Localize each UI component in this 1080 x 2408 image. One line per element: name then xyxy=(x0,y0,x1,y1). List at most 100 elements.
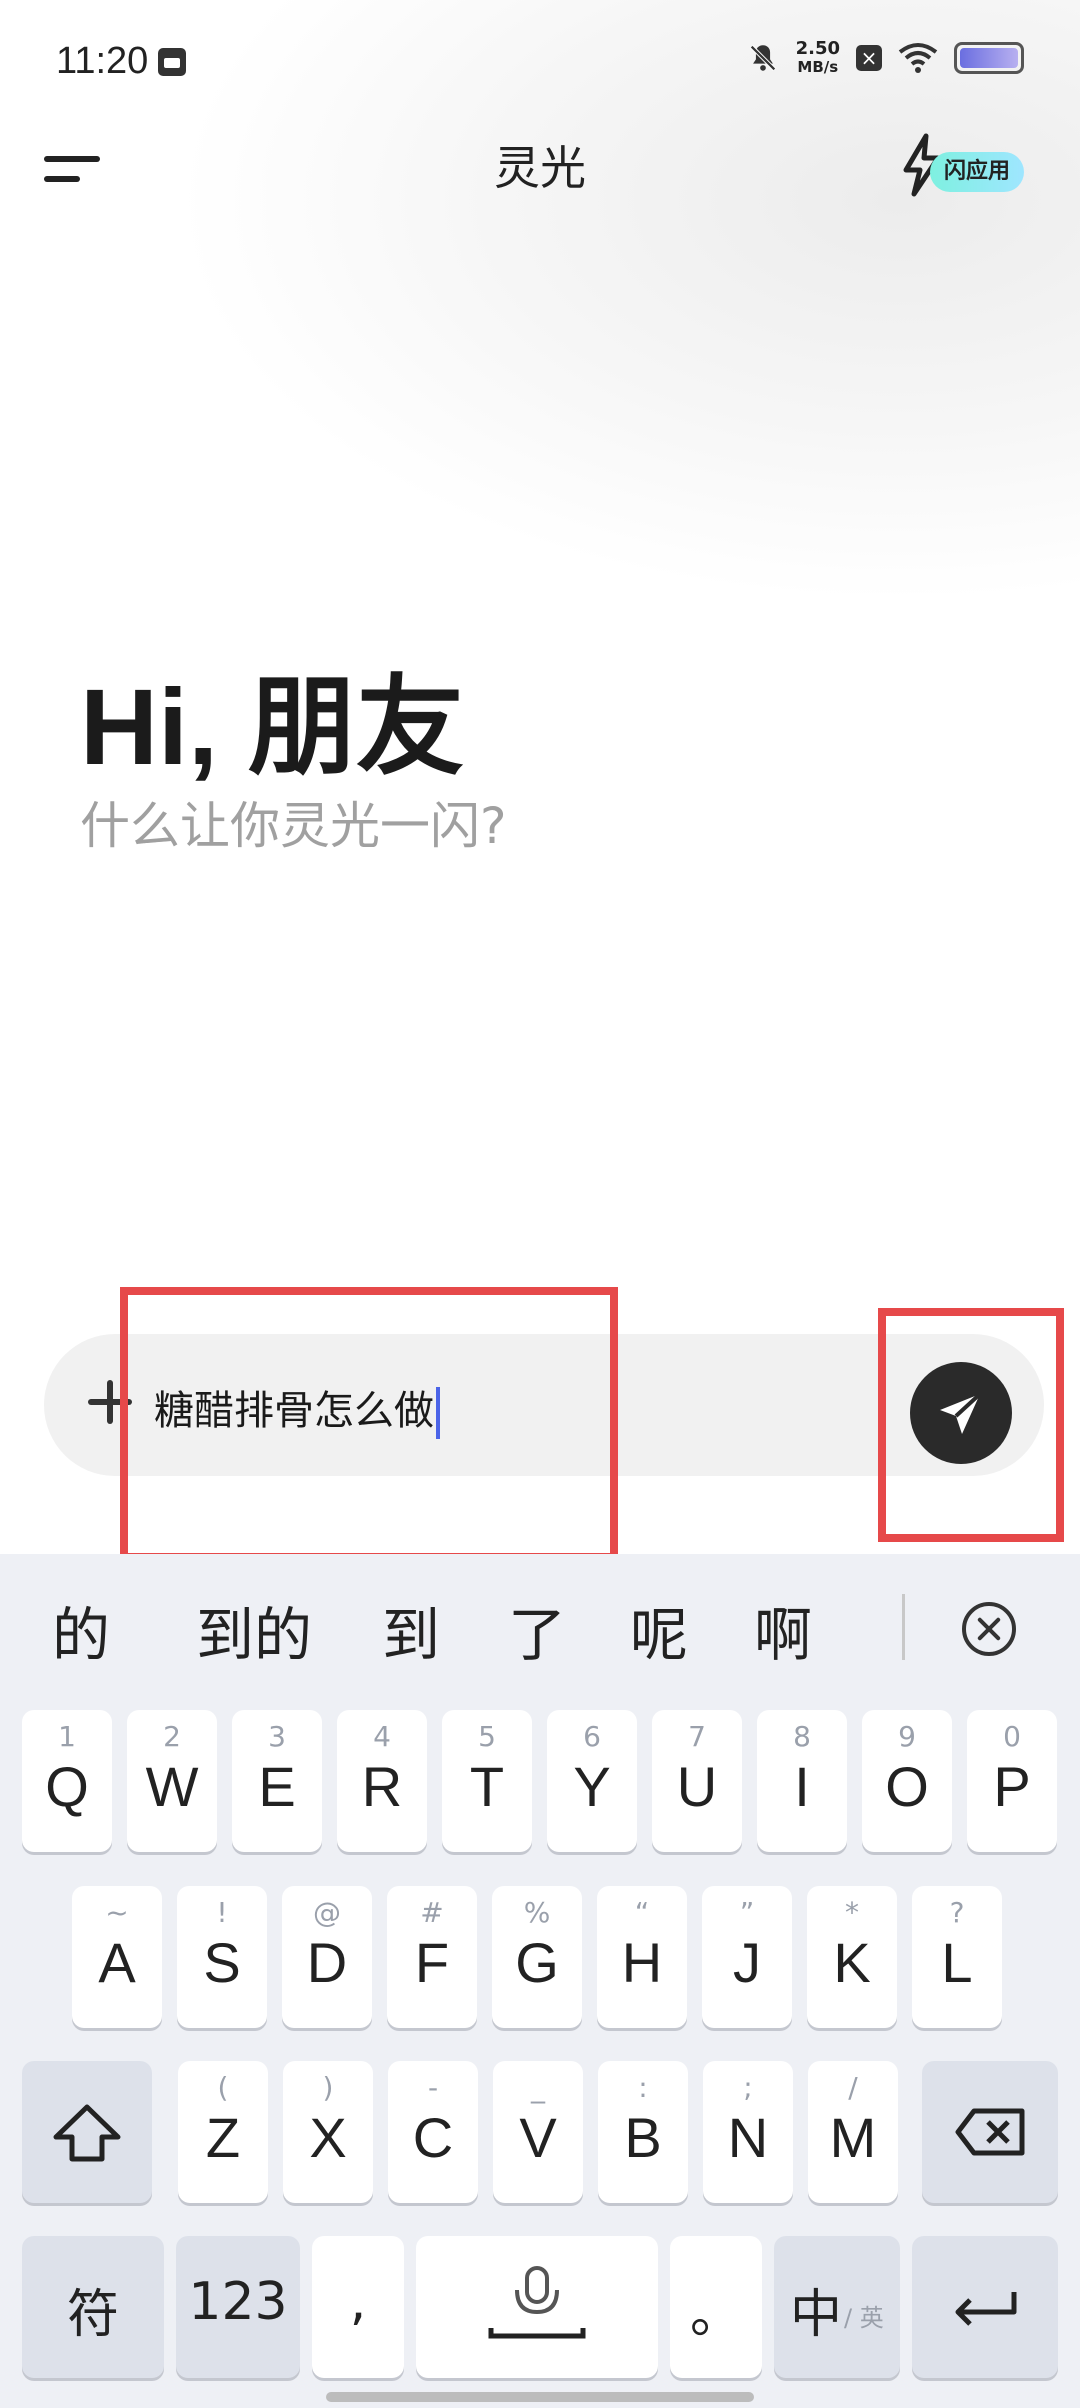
key-secondary-symbol: “ xyxy=(634,1896,650,1929)
key-secondary-symbol: % xyxy=(523,1896,551,1929)
key-letter: B xyxy=(624,2106,662,2169)
key-letter: G xyxy=(515,1931,559,1994)
key-secondary-symbol: ” xyxy=(739,1896,755,1929)
key-secondary-symbol: 3 xyxy=(268,1720,286,1753)
key-letter: E xyxy=(258,1755,296,1818)
candidate-item[interactable]: 呢 xyxy=(630,1588,688,1672)
key-secondary-symbol: 6 xyxy=(583,1720,601,1753)
symbols-key[interactable]: 符 xyxy=(22,2236,164,2378)
key-h[interactable]: “H xyxy=(597,1886,687,2028)
candidate-divider xyxy=(902,1594,905,1660)
shift-icon xyxy=(53,2104,121,2162)
key-a[interactable]: ~ A xyxy=(72,1886,162,2028)
key-letter: U xyxy=(676,1755,718,1818)
key-s[interactable]: ! S xyxy=(177,1886,267,2028)
status-bar: 11:20 2.50 MB/s × xyxy=(0,0,1080,128)
key-letter: D xyxy=(306,1931,348,1994)
period-key[interactable]: 。 xyxy=(670,2236,762,2378)
key-letter: K xyxy=(833,1931,871,1994)
key-r[interactable]: 4R xyxy=(337,1710,427,1852)
candidate-item[interactable]: 了 xyxy=(508,1588,566,1672)
key-letter: X xyxy=(309,2106,347,2169)
key-letter: L xyxy=(941,1931,973,1994)
key-secondary-symbol: 4 xyxy=(373,1720,391,1753)
calendar-icon xyxy=(158,48,186,76)
space-voice-key[interactable] xyxy=(416,2236,658,2378)
comma-key[interactable]: , xyxy=(312,2236,404,2378)
key-secondary-symbol: 1 xyxy=(58,1720,76,1753)
greeting-title: Hi, 朋友 xyxy=(80,666,465,787)
key-t[interactable]: 5T xyxy=(442,1710,532,1852)
app-header: 灵光 闪应用 xyxy=(0,128,1080,248)
key-secondary-symbol: ! xyxy=(216,1896,228,1929)
network-speed-value: 2.50 xyxy=(795,38,840,59)
key-letter: T xyxy=(469,1755,505,1818)
flash-app-label: 闪应用 xyxy=(930,152,1025,192)
enter-icon xyxy=(955,2292,1017,2326)
key-d[interactable]: @ D xyxy=(282,1886,372,2028)
flash-app-button[interactable]: 闪应用 xyxy=(900,132,1030,202)
highlight-box-send xyxy=(878,1308,1064,1542)
key-u[interactable]: 7U xyxy=(652,1710,742,1852)
key-p[interactable]: 0P xyxy=(967,1710,1057,1852)
key-k[interactable]: * K xyxy=(807,1886,897,2028)
key-secondary-symbol: 9 xyxy=(898,1720,916,1753)
language-switch-key[interactable]: 中 / 英 xyxy=(774,2236,900,2378)
key-letter: N xyxy=(727,2106,769,2169)
candidate-item[interactable]: 到的 xyxy=(196,1588,312,1672)
key-secondary-symbol: 5 xyxy=(478,1720,496,1753)
key-secondary-symbol: 2 xyxy=(163,1720,181,1753)
key-secondary-symbol: ( xyxy=(217,2071,229,2104)
key-letter: J xyxy=(733,1931,761,1994)
key-m[interactable]: / M xyxy=(808,2061,898,2203)
key-secondary-symbol: - xyxy=(427,2071,439,2104)
key-secondary-symbol: 0 xyxy=(1003,1720,1021,1753)
key-l[interactable]: ? L xyxy=(912,1886,1002,2028)
key-c[interactable]: -C xyxy=(388,2061,478,2203)
key-e[interactable]: 3E xyxy=(232,1710,322,1852)
shift-key[interactable] xyxy=(22,2061,152,2203)
home-indicator xyxy=(326,2392,754,2402)
enter-key[interactable] xyxy=(912,2236,1058,2378)
key-f[interactable]: # F xyxy=(387,1886,477,2028)
key-o[interactable]: 9O xyxy=(862,1710,952,1852)
key-i[interactable]: 8I xyxy=(757,1710,847,1852)
key-z[interactable]: (Z xyxy=(178,2061,268,2203)
key-g[interactable]: % G xyxy=(492,1886,582,2028)
key-letter: P xyxy=(993,1755,1031,1818)
status-time: 11:20 xyxy=(56,40,149,82)
candidate-bar: 的 到的 到 了 呢 啊 xyxy=(0,1554,1080,1702)
candidate-item[interactable]: 的 xyxy=(52,1588,110,1672)
key-letter: Q xyxy=(45,1755,89,1818)
key-letter: Y xyxy=(573,1755,611,1818)
key-x[interactable]: ) X xyxy=(283,2061,373,2203)
key-q[interactable]: 1Q xyxy=(22,1710,112,1852)
numbers-key[interactable]: 123 xyxy=(176,2236,300,2378)
key-w[interactable]: 2W xyxy=(127,1710,217,1852)
key-v[interactable]: _ V xyxy=(493,2061,583,2203)
key-letter: R xyxy=(361,1755,403,1818)
language-key-alt-label: / 英 xyxy=(844,2304,884,2332)
backspace-key[interactable] xyxy=(922,2061,1058,2203)
key-n[interactable]: ; N xyxy=(703,2061,793,2203)
bell-muted-icon xyxy=(749,45,776,71)
key-y[interactable]: 6Y xyxy=(547,1710,637,1852)
network-speed: 2.50 MB/s xyxy=(795,38,840,77)
key-letter: S xyxy=(203,1931,241,1994)
symbols-key-label: 符 xyxy=(66,2285,119,2345)
soft-keyboard: 的 到的 到 了 呢 啊 1 Q 2 W 3 E 4 R 5 T 6 Y 7 U 8 I 9 O 0 P ~ A! S @ D #… xyxy=(0,1554,1080,2408)
key-secondary-symbol: _ xyxy=(531,2071,545,2104)
candidate-item[interactable]: 到 xyxy=(382,1588,440,1672)
key-letter: W xyxy=(145,1755,199,1818)
highlight-box-input xyxy=(120,1287,618,1561)
backspace-icon xyxy=(955,2108,1025,2156)
close-candidates-icon[interactable] xyxy=(962,1602,1016,1656)
key-b[interactable]: :B xyxy=(598,2061,688,2203)
key-secondary-symbol: * xyxy=(845,1896,859,1929)
key-j[interactable]: ” J xyxy=(702,1886,792,2028)
key-letter: F xyxy=(414,1931,450,1994)
key-secondary-symbol: @ xyxy=(313,1896,341,1929)
candidate-item[interactable]: 啊 xyxy=(754,1588,812,1672)
key-secondary-symbol: ? xyxy=(949,1896,965,1929)
numbers-key-label: 123 xyxy=(188,2272,288,2332)
